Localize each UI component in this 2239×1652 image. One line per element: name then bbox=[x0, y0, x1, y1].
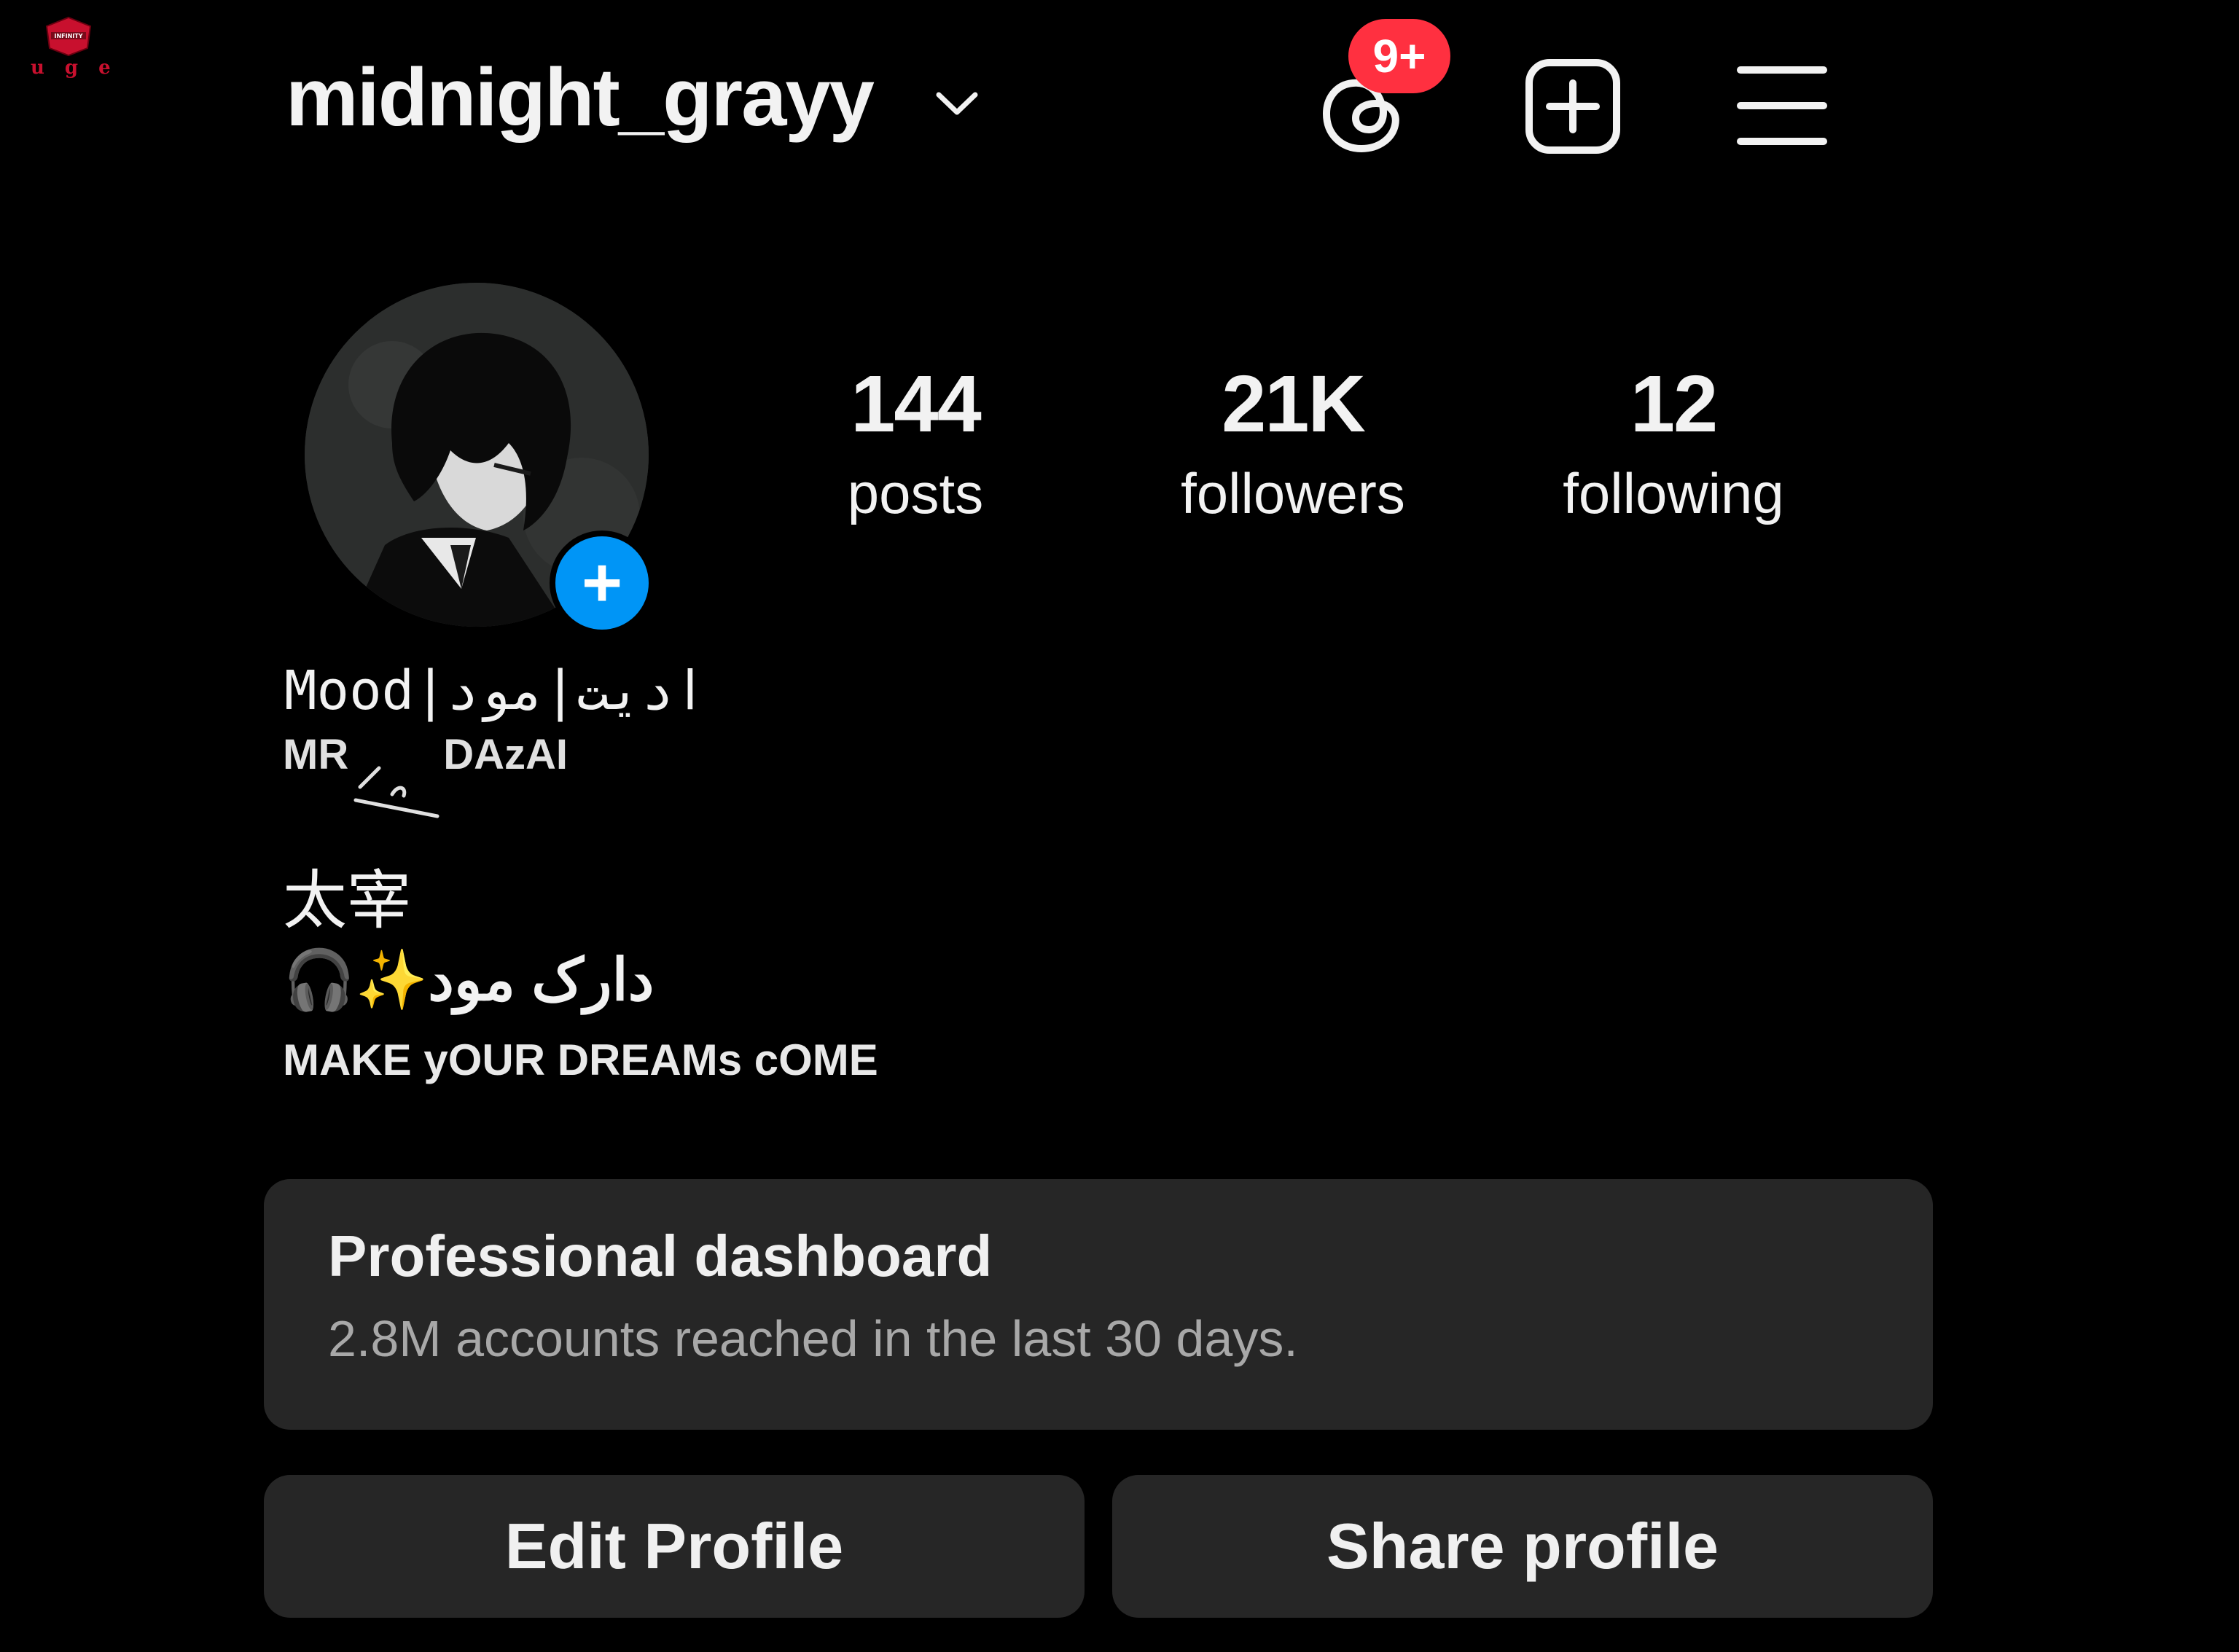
bio-line-make: MAKE yOUR DREAMs cOME bbox=[283, 1036, 878, 1084]
menu-icon[interactable] bbox=[1736, 63, 1828, 149]
bio-subtitle-left: MR bbox=[283, 731, 349, 778]
display-name: Mood|ادیت|مود bbox=[284, 659, 707, 722]
account-username[interactable]: midnight_grayy bbox=[286, 57, 875, 138]
bio-subtitle-right: DAzAI bbox=[443, 731, 568, 778]
add-story-icon[interactable]: + bbox=[550, 531, 654, 635]
stat-following-value: 12 bbox=[1630, 359, 1718, 449]
stat-followers[interactable]: 21K followers bbox=[1162, 364, 1424, 522]
share-profile-button[interactable]: Share profile bbox=[1112, 1475, 1933, 1618]
dashboard-subtitle: 2.8M accounts reached in the last 30 day… bbox=[328, 1310, 1298, 1367]
stat-followers-label: followers bbox=[1181, 461, 1405, 525]
stat-following[interactable]: 12 following bbox=[1542, 364, 1805, 522]
stat-following-label: following bbox=[1563, 461, 1784, 525]
bio-line-cjk: 太宰 bbox=[283, 864, 412, 936]
stat-posts-value: 144 bbox=[851, 359, 982, 449]
notification-badge: 9+ bbox=[1348, 19, 1450, 93]
signature-mark bbox=[353, 766, 439, 818]
stat-posts[interactable]: 144 posts bbox=[784, 364, 1047, 522]
professional-dashboard-card[interactable]: Professional dashboard 2.8M accounts rea… bbox=[264, 1179, 1933, 1430]
watermark-text: uge bbox=[31, 57, 131, 79]
add-post-icon[interactable] bbox=[1523, 57, 1622, 156]
edit-profile-button[interactable]: Edit Profile bbox=[264, 1475, 1085, 1618]
dashboard-title: Professional dashboard bbox=[328, 1224, 993, 1288]
stat-posts-label: posts bbox=[847, 461, 984, 525]
bio-line-mood: دارک مود✨🎧 bbox=[283, 947, 654, 1012]
stat-followers-value: 21K bbox=[1222, 359, 1366, 449]
svg-text:INFINITY: INFINITY bbox=[54, 33, 82, 39]
watermark-logo: INFINITY bbox=[45, 16, 92, 57]
chevron-down-icon[interactable] bbox=[933, 86, 981, 121]
